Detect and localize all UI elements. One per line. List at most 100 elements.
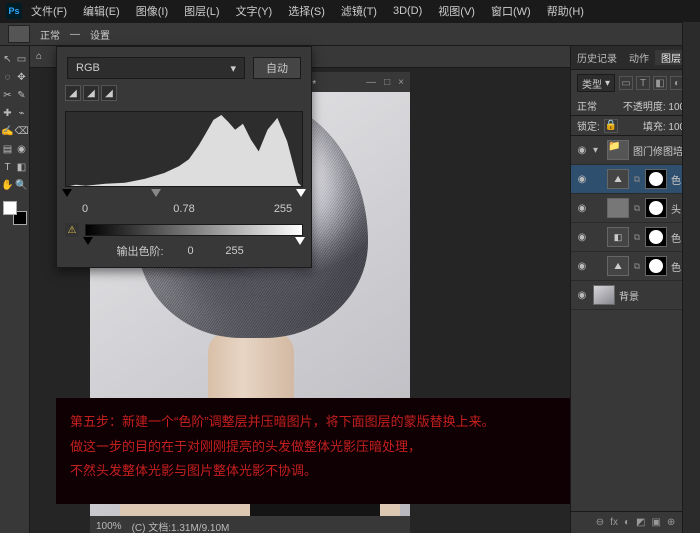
filter-type-icon[interactable]: T <box>636 76 650 90</box>
white-point-eyedropper-icon[interactable]: ◢ <box>101 85 117 101</box>
tool-hand-icon[interactable]: ✋ <box>1 178 15 192</box>
window-maximize-icon[interactable]: □ <box>384 77 390 88</box>
add-mask-icon[interactable]: ◐ <box>624 517 630 528</box>
tool-stamp-icon[interactable]: ✍ <box>1 124 15 138</box>
menu-type[interactable]: 文字(Y) <box>229 3 280 19</box>
tool-zoom-icon[interactable]: 🔍 <box>15 178 29 192</box>
collapsed-panel-strip[interactable] <box>682 22 700 533</box>
blend-mode-dropdown[interactable]: 正常 <box>577 98 597 113</box>
visibility-toggle-icon[interactable]: ◉ <box>575 201 589 215</box>
tool-move-icon[interactable]: ↖ <box>1 52 15 66</box>
layer-name[interactable]: 背景 <box>619 288 680 303</box>
tool-eyedropper-icon[interactable]: ✎ <box>15 88 29 102</box>
output-black-slider[interactable] <box>83 237 93 245</box>
mask-link-icon[interactable]: ⧉ <box>633 203 641 214</box>
visibility-toggle-icon[interactable]: ◉ <box>575 259 589 273</box>
levels-properties-panel[interactable]: RGB ▾ 自动 ◢ ◢ ◢ 0 0.78 255 ⚠ 输出色阶: <box>56 46 312 268</box>
window-minimize-icon[interactable]: — <box>366 77 376 88</box>
new-group-icon[interactable]: ▣ <box>651 517 660 528</box>
input-black-slider[interactable] <box>62 189 72 197</box>
output-white-value[interactable]: 255 <box>218 245 252 257</box>
layer-thumb[interactable] <box>593 285 615 305</box>
tool-dodge-icon[interactable]: ◉ <box>15 142 29 156</box>
group-folder-icon: 📁 <box>607 140 629 160</box>
menu-layer[interactable]: 图层(L) <box>177 3 226 19</box>
home-icon[interactable]: ⌂ <box>36 51 42 62</box>
menu-window[interactable]: 窗口(W) <box>484 3 538 19</box>
tool-brush-icon[interactable]: ⌁ <box>15 106 29 120</box>
output-black-value[interactable]: 0 <box>174 245 208 257</box>
layer-levels-2[interactable]: ◉ ⛰ ⧉ 色阶 2 <box>571 165 700 194</box>
link-layers-icon[interactable]: ⊖ <box>596 517 604 528</box>
input-gamma-value[interactable]: 0.78 <box>164 203 204 215</box>
layer-group[interactable]: ◉ ▾ 📁 图门修图培训机构 <box>571 136 700 165</box>
tool-marquee-icon[interactable]: ▭ <box>15 52 29 66</box>
tool-wand-icon[interactable]: ✥ <box>15 70 29 84</box>
tool-heal-icon[interactable]: ✚ <box>1 106 15 120</box>
mask-link-icon[interactable]: ⧉ <box>633 174 641 185</box>
clip-warning-icon[interactable]: ⚠ <box>65 223 79 237</box>
layer-levels-1[interactable]: ◉ ⛰ ⧉ 色阶 1 <box>571 252 700 281</box>
layer-filter-kind[interactable]: 类型 ▾ <box>577 74 615 92</box>
group-expand-icon[interactable]: ▾ <box>593 145 603 156</box>
layer-hair-detail[interactable]: ◉ ⧉ 头发细节提取 <box>571 194 700 223</box>
visibility-toggle-icon[interactable]: ◉ <box>575 143 589 157</box>
visibility-toggle-icon[interactable]: ◉ <box>575 230 589 244</box>
visibility-toggle-icon[interactable]: ◉ <box>575 172 589 186</box>
input-sliders[interactable] <box>65 189 303 199</box>
adjustment-thumb-icon[interactable]: ◧ <box>607 227 629 247</box>
tool-shape-icon[interactable]: ◧ <box>15 160 29 174</box>
levels-auto-button[interactable]: 自动 <box>253 57 301 79</box>
fg-bg-swatches[interactable] <box>3 201 27 225</box>
tool-crop-icon[interactable]: ✂ <box>1 88 15 102</box>
layer-mask-thumb[interactable] <box>645 198 667 218</box>
layer-hue-sat[interactable]: ◉ ◧ ⧉ 色相/饱和度 <box>571 223 700 252</box>
menu-image[interactable]: 图像(I) <box>129 3 175 19</box>
visibility-toggle-icon[interactable]: ◉ <box>575 288 589 302</box>
input-white-slider[interactable] <box>296 189 306 197</box>
adjustment-thumb-icon[interactable]: ⛰ <box>607 169 629 189</box>
mask-link-icon[interactable]: ⧉ <box>633 261 641 272</box>
gray-point-eyedropper-icon[interactable]: ◢ <box>83 85 99 101</box>
mask-link-icon[interactable]: ⧉ <box>633 232 641 243</box>
layer-mask-thumb[interactable] <box>645 169 667 189</box>
tab-history[interactable]: 历史记录 <box>571 50 623 65</box>
menu-filter[interactable]: 滤镜(T) <box>334 3 384 19</box>
window-close-icon[interactable]: × <box>398 77 404 88</box>
layer-fx-icon[interactable]: fx <box>610 517 618 528</box>
new-adjustment-icon[interactable]: ◩ <box>636 517 645 528</box>
layer-mask-thumb[interactable] <box>645 256 667 276</box>
layer-thumb[interactable] <box>607 198 629 218</box>
foreground-color[interactable] <box>3 201 17 215</box>
tool-type-icon[interactable]: T <box>1 160 15 174</box>
doc-info[interactable]: (C) 文档:1.31M/9.10M <box>132 519 230 533</box>
adjustment-thumb-icon[interactable]: ⛰ <box>607 256 629 276</box>
output-gradient[interactable] <box>85 224 303 236</box>
input-white-value[interactable]: 255 <box>263 203 303 215</box>
levels-channel-label: RGB <box>76 62 100 74</box>
menu-view[interactable]: 视图(V) <box>431 3 482 19</box>
filter-pixel-icon[interactable]: ▭ <box>619 76 633 90</box>
filter-shape-icon[interactable]: ◧ <box>653 76 667 90</box>
tool-gradient-icon[interactable]: ▤ <box>1 142 15 156</box>
layer-background[interactable]: ◉ 背景 🔒 <box>571 281 700 310</box>
menu-file[interactable]: 文件(F) <box>24 3 74 19</box>
zoom-level[interactable]: 100% <box>96 521 122 532</box>
black-point-eyedropper-icon[interactable]: ◢ <box>65 85 81 101</box>
menu-edit[interactable]: 编辑(E) <box>76 3 127 19</box>
new-layer-icon[interactable]: ⊕ <box>667 517 675 528</box>
layer-mask-thumb[interactable] <box>645 227 667 247</box>
lock-all-icon[interactable]: 🔒 <box>604 119 618 133</box>
output-white-slider[interactable] <box>295 237 305 245</box>
levels-channel-dropdown[interactable]: RGB ▾ <box>67 57 245 79</box>
tool-eraser-icon[interactable]: ⌫ <box>15 124 29 138</box>
menu-select[interactable]: 选择(S) <box>281 3 332 19</box>
layers-panel-footer: ⊖ fx ◐ ◩ ▣ ⊕ 🗑 <box>571 511 700 533</box>
tab-actions[interactable]: 动作 <box>623 50 655 65</box>
input-black-value[interactable]: 0 <box>65 203 105 215</box>
menu-3d[interactable]: 3D(D) <box>386 5 429 17</box>
tool-preset-swatch[interactable] <box>8 25 30 43</box>
input-gamma-slider[interactable] <box>151 189 161 197</box>
tool-lasso-icon[interactable]: ◌ <box>1 70 15 84</box>
menu-help[interactable]: 帮助(H) <box>540 3 591 19</box>
